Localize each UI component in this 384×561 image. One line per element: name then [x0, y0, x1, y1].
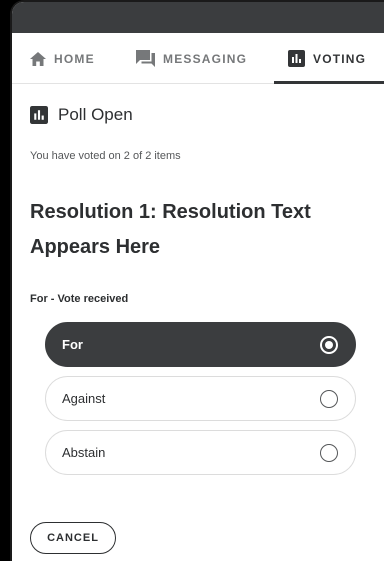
radio-icon [320, 444, 338, 462]
vote-option-against[interactable]: Against [45, 376, 356, 421]
radio-selected-icon [320, 336, 338, 354]
vote-option-label: Against [62, 391, 106, 406]
top-navigation: HOME MESSAGING VOTING [12, 33, 384, 84]
tab-voting[interactable]: VOTING [274, 33, 384, 84]
tab-messaging-label: MESSAGING [163, 51, 248, 66]
chat-icon [136, 50, 155, 67]
poll-icon [288, 50, 305, 67]
tab-voting-label: VOTING [313, 51, 367, 66]
app-window: HOME MESSAGING VOTING Poll Open You have… [10, 0, 384, 561]
tab-home-label: HOME [54, 51, 95, 66]
resolution-title: Resolution 1: Resolution Text Appears He… [30, 201, 311, 258]
vote-option-label: Abstain [62, 445, 106, 460]
radio-icon [320, 390, 338, 408]
tab-messaging[interactable]: MESSAGING [136, 33, 247, 84]
title-bar [12, 2, 384, 33]
cancel-button[interactable]: CANCEL [30, 522, 116, 554]
home-icon [30, 51, 46, 66]
poll-status-label: Poll Open [58, 105, 133, 124]
voting-summary: You have voted on 2 of 2 items [30, 150, 181, 162]
vote-option-for[interactable]: For [45, 322, 356, 367]
tab-home[interactable]: HOME [30, 33, 95, 84]
poll-status: Poll Open [30, 105, 133, 125]
vote-status-label: For - Vote received [30, 293, 129, 305]
vote-option-label: For [62, 337, 83, 352]
poll-icon [30, 106, 48, 124]
vote-option-abstain[interactable]: Abstain [45, 430, 356, 475]
